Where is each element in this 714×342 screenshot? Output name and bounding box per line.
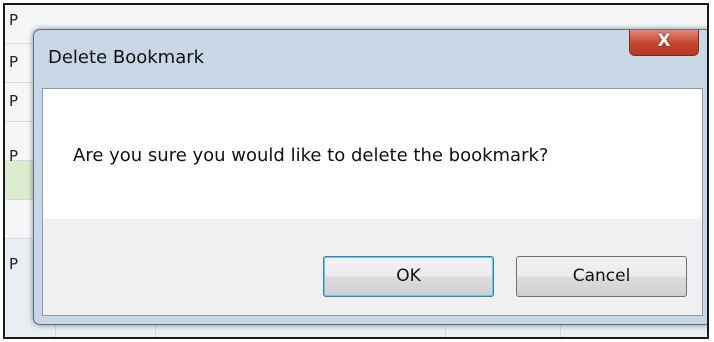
close-icon: X	[657, 31, 671, 51]
table-cell: P	[9, 11, 19, 29]
cancel-button[interactable]: Cancel	[516, 256, 687, 297]
close-button[interactable]: X	[629, 30, 699, 56]
confirmation-message: Are you sure you would like to delete th…	[73, 145, 549, 166]
message-area: Are you sure you would like to delete th…	[43, 89, 702, 219]
table-cell: P	[9, 255, 19, 273]
dialog-titlebar[interactable]: Delete Bookmark X	[34, 30, 707, 88]
dialog-body: Are you sure you would like to delete th…	[42, 88, 703, 316]
table-cell: P	[9, 53, 19, 71]
screenshot-frame: P P P P P P Delete Bookmark X Are you su…	[3, 3, 709, 339]
delete-bookmark-dialog: Delete Bookmark X Are you sure you would…	[33, 29, 707, 325]
table-cell: P	[9, 92, 19, 110]
dialog-title: Delete Bookmark	[48, 47, 205, 68]
ok-button[interactable]: OK	[323, 256, 494, 297]
